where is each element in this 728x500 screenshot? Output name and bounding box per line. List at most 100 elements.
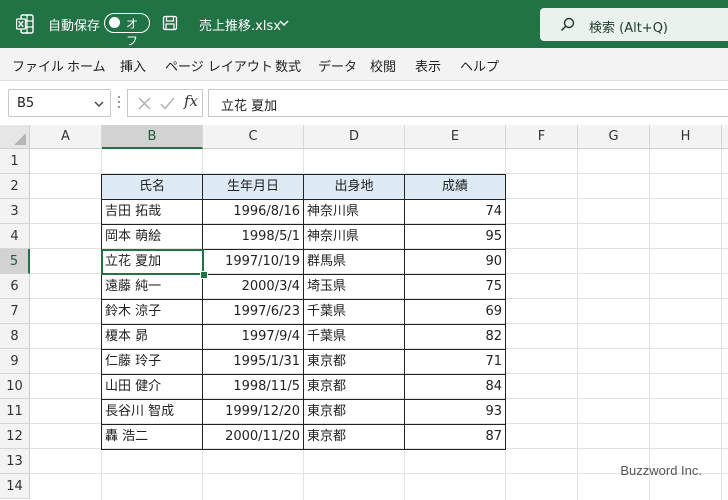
table-header-birthdate[interactable]: 生年月日	[203, 175, 304, 200]
excel-logo-icon[interactable]	[16, 14, 34, 34]
table-cell[interactable]: 東京都	[304, 375, 405, 400]
table-cell[interactable]: 1997/6/23	[203, 300, 304, 325]
column-header-g[interactable]: G	[578, 125, 650, 149]
column-header-a[interactable]: A	[30, 125, 102, 149]
file-name[interactable]: 売上推移.xlsx	[199, 15, 281, 34]
formula-bar: B5 fx 立花 夏加	[0, 81, 728, 125]
column-header-b[interactable]: B	[102, 125, 203, 149]
column-header-partial	[722, 125, 728, 149]
table-cell[interactable]: 神奈川県	[304, 225, 405, 250]
table-cell[interactable]: 千葉県	[304, 325, 405, 350]
autosave-toggle[interactable]: オフ	[104, 13, 150, 48]
table-cell[interactable]: 埼玉県	[304, 275, 405, 300]
row-header-7[interactable]: 7	[0, 299, 30, 324]
name-box[interactable]: B5	[8, 89, 111, 117]
table-cell[interactable]: 1999/12/20	[203, 400, 304, 425]
table-header-hometown[interactable]: 出身地	[304, 175, 405, 200]
table-cell[interactable]: 東京都	[304, 425, 405, 450]
table-cell[interactable]: 岡本 萌絵	[102, 225, 203, 250]
table-cell[interactable]: 84	[405, 375, 506, 400]
enter-check-icon[interactable]	[160, 97, 175, 110]
menu-file[interactable]: ファイル	[12, 56, 64, 75]
table-cell[interactable]: 82	[405, 325, 506, 350]
row-header-14[interactable]: 14	[0, 474, 30, 499]
row-header-2[interactable]: 2	[0, 174, 30, 199]
table-cell[interactable]: 90	[405, 250, 506, 275]
table-cell[interactable]: 東京都	[304, 400, 405, 425]
table-cell[interactable]: 2000/11/20	[203, 425, 304, 450]
table-cell[interactable]: 長谷川 智成	[102, 400, 203, 425]
table-cell[interactable]: 轟 浩二	[102, 425, 203, 450]
table-cell[interactable]: 遠藤 純一	[102, 275, 203, 300]
name-box-value: B5	[17, 96, 35, 111]
table-cell[interactable]: 榎本 昴	[102, 325, 203, 350]
row-header-1[interactable]: 1	[0, 149, 30, 174]
autosave-label: 自動保存	[48, 19, 101, 34]
table-cell[interactable]: 鈴木 涼子	[102, 300, 203, 325]
table-cell[interactable]: 75	[405, 275, 506, 300]
row-header-13[interactable]: 13	[0, 449, 30, 474]
table-cell[interactable]: 1998/5/1	[203, 225, 304, 250]
row-header-9[interactable]: 9	[0, 349, 30, 374]
chevron-down-icon[interactable]	[278, 17, 290, 29]
row-header-10[interactable]: 10	[0, 374, 30, 399]
chevron-down-icon[interactable]	[94, 99, 104, 109]
title-bar: 自動保存 オフ 売上推移.xlsx 検索 (Alt+Q)	[0, 0, 728, 48]
menu-insert[interactable]: 挿入	[120, 56, 146, 75]
table-cell[interactable]: 1995/1/31	[203, 350, 304, 375]
menu-view[interactable]: 表示	[415, 56, 441, 75]
table-cell[interactable]: 1998/11/5	[203, 375, 304, 400]
table-cell[interactable]: 2000/3/4	[203, 275, 304, 300]
menu-home[interactable]: ホーム	[67, 56, 106, 75]
search-placeholder: 検索 (Alt+Q)	[589, 21, 669, 36]
row-header-4[interactable]: 4	[0, 224, 30, 249]
autosave-state: オフ	[126, 17, 139, 48]
column-header-c[interactable]: C	[203, 125, 304, 149]
row-header-5[interactable]: 5	[0, 249, 30, 274]
table-header-name[interactable]: 氏名	[102, 175, 203, 200]
table-header-score[interactable]: 成績	[405, 175, 506, 200]
more-options-icon[interactable]	[117, 95, 121, 109]
column-header-f[interactable]: F	[506, 125, 578, 149]
table-cell[interactable]: 千葉県	[304, 300, 405, 325]
menu-page-layout[interactable]: ページ レイアウト	[165, 56, 273, 75]
table-cell[interactable]: 山田 健介	[102, 375, 203, 400]
table-cell[interactable]: 仁藤 玲子	[102, 350, 203, 375]
menu-data[interactable]: データ	[318, 56, 357, 75]
menu-bar: ファイル ホーム 挿入 ページ レイアウト 数式 データ 校閲 表示 ヘルプ	[0, 48, 728, 81]
fill-handle[interactable]	[200, 271, 208, 279]
table-cell[interactable]: 74	[405, 200, 506, 225]
save-icon[interactable]	[162, 15, 178, 31]
table-cell[interactable]: 93	[405, 400, 506, 425]
table-cell[interactable]: 1996/8/16	[203, 200, 304, 225]
column-header-h[interactable]: H	[650, 125, 722, 149]
table-cell[interactable]: 69	[405, 300, 506, 325]
cancel-icon[interactable]	[138, 97, 151, 110]
row-header-11[interactable]: 11	[0, 399, 30, 424]
table-cell[interactable]: 87	[405, 425, 506, 450]
row-header-8[interactable]: 8	[0, 324, 30, 349]
table-cell[interactable]: 95	[405, 225, 506, 250]
insert-function-icon[interactable]: fx	[184, 92, 198, 110]
table-cell[interactable]: 1997/9/4	[203, 325, 304, 350]
table-cell[interactable]: 71	[405, 350, 506, 375]
column-header-e[interactable]: E	[405, 125, 506, 149]
menu-review[interactable]: 校閲	[370, 56, 396, 75]
menu-formulas[interactable]: 数式	[275, 56, 301, 75]
table-cell[interactable]: 吉田 拓哉	[102, 200, 203, 225]
column-header-d[interactable]: D	[304, 125, 405, 149]
row-header-6[interactable]: 6	[0, 274, 30, 299]
table-cell[interactable]: 東京都	[304, 350, 405, 375]
table-cell[interactable]: 群馬県	[304, 250, 405, 275]
search-icon	[560, 17, 575, 32]
row-header-12[interactable]: 12	[0, 424, 30, 449]
table-cell[interactable]: 1997/10/19	[203, 250, 304, 275]
formula-input[interactable]: 立花 夏加	[208, 89, 728, 117]
menu-help[interactable]: ヘルプ	[460, 56, 499, 75]
select-all-button[interactable]	[0, 125, 30, 149]
table-cell[interactable]: 神奈川県	[304, 200, 405, 225]
search-box[interactable]: 検索 (Alt+Q)	[540, 8, 728, 41]
formula-buttons: fx	[127, 89, 203, 117]
row-header-3[interactable]: 3	[0, 199, 30, 224]
active-cell-border	[101, 249, 204, 275]
